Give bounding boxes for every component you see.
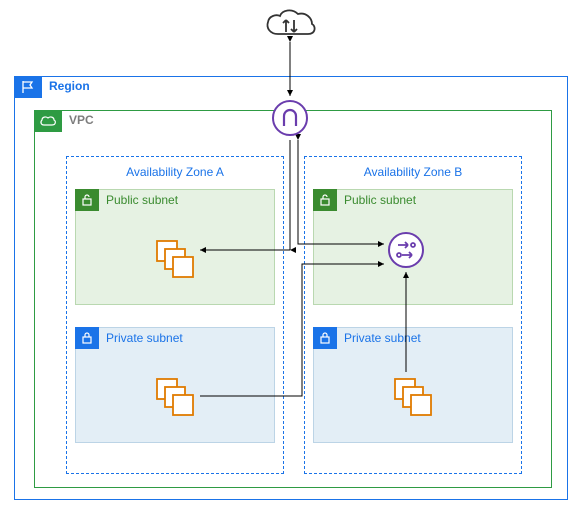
az-a-private-label: Private subnet: [106, 331, 183, 345]
availability-zone-b: Availability Zone B Public subnet Privat…: [304, 156, 522, 474]
instance-stack-icon: [154, 376, 198, 423]
az-b-label: Availability Zone B: [305, 157, 521, 179]
instance-stack-icon: [154, 238, 198, 285]
diagram-root: Region VPC Availability Zone A Public su…: [0, 0, 581, 510]
lock-closed-icon: [75, 327, 99, 349]
az-a-public-subnet: Public subnet: [75, 189, 275, 305]
az-b-private-label: Private subnet: [344, 331, 421, 345]
az-a-label: Availability Zone A: [67, 157, 283, 179]
nat-gateway-icon: [388, 232, 424, 268]
lock-open-icon: [75, 189, 99, 211]
az-a-private-subnet: Private subnet: [75, 327, 275, 443]
internet-gateway-icon: [272, 100, 308, 136]
region-flag-icon: [14, 76, 42, 98]
instance-stack-icon: [392, 376, 436, 423]
lock-open-icon: [313, 189, 337, 211]
vpc-label: VPC: [69, 113, 94, 127]
az-b-public-label: Public subnet: [344, 193, 416, 207]
lock-closed-icon: [313, 327, 337, 349]
availability-zone-a: Availability Zone A Public subnet: [66, 156, 284, 474]
region-label: Region: [49, 79, 90, 93]
vpc-cloud-icon: [34, 110, 62, 132]
az-a-public-label: Public subnet: [106, 193, 178, 207]
az-b-private-subnet: Private subnet: [313, 327, 513, 443]
internet-cloud-icon: [262, 6, 318, 45]
